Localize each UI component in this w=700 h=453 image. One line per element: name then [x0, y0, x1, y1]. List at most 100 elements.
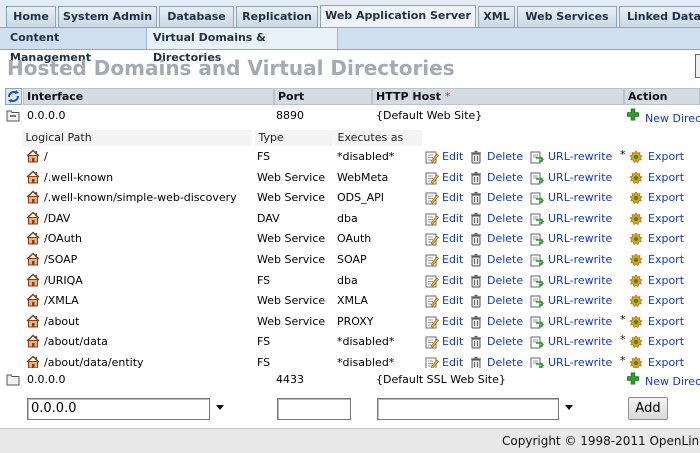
- trash-icon[interactable]: [469, 212, 483, 226]
- delete-link[interactable]: Delete: [487, 232, 523, 246]
- edit-icon[interactable]: [425, 212, 439, 226]
- url-rewrite-link[interactable]: URL-rewrite: [548, 232, 612, 246]
- export-icon[interactable]: [629, 315, 643, 329]
- url-rewrite-icon[interactable]: [530, 356, 544, 368]
- port-input[interactable]: [277, 398, 351, 420]
- interface-dropdown-arrow-icon[interactable]: [216, 405, 224, 410]
- delete-link[interactable]: Delete: [487, 212, 523, 226]
- subtab-virtual-domains[interactable]: Virtual Domains & Directories: [146, 28, 338, 64]
- url-rewrite-icon[interactable]: [530, 232, 544, 246]
- delete-link[interactable]: Delete: [487, 274, 523, 288]
- url-rewrite-icon[interactable]: [530, 274, 544, 288]
- tab-database[interactable]: Database: [159, 6, 234, 27]
- export-icon[interactable]: [629, 212, 643, 226]
- url-rewrite-icon[interactable]: [530, 191, 544, 205]
- edit-link[interactable]: Edit: [442, 356, 463, 368]
- edit-link[interactable]: Edit: [442, 212, 463, 226]
- export-link[interactable]: Export: [648, 315, 684, 329]
- tab-web-application-server[interactable]: Web Application Server: [320, 5, 476, 27]
- url-rewrite-link[interactable]: URL-rewrite: [548, 212, 612, 226]
- url-rewrite-icon[interactable]: [530, 253, 544, 267]
- url-rewrite-icon[interactable]: [530, 335, 544, 349]
- export-icon[interactable]: [629, 232, 643, 246]
- http-host-combo-input[interactable]: [377, 398, 559, 420]
- export-icon[interactable]: [629, 274, 643, 288]
- edit-link[interactable]: Edit: [442, 171, 463, 185]
- edit-link[interactable]: Edit: [442, 274, 463, 288]
- new-directory-link[interactable]: New Directory: [645, 112, 700, 126]
- url-rewrite-link[interactable]: URL-rewrite: [548, 294, 612, 308]
- url-rewrite-link[interactable]: URL-rewrite: [548, 335, 612, 349]
- trash-icon[interactable]: [469, 315, 483, 329]
- delete-link[interactable]: Delete: [487, 315, 523, 329]
- edit-icon[interactable]: [425, 253, 439, 267]
- export-link[interactable]: Export: [648, 294, 684, 308]
- export-link[interactable]: Export: [648, 274, 684, 288]
- export-link[interactable]: Export: [648, 356, 684, 368]
- trash-icon[interactable]: [469, 356, 483, 368]
- delete-link[interactable]: Delete: [487, 356, 523, 368]
- trash-icon[interactable]: [469, 274, 483, 288]
- export-link[interactable]: Export: [648, 335, 684, 349]
- export-icon[interactable]: [629, 335, 643, 349]
- delete-link[interactable]: Delete: [487, 171, 523, 185]
- edit-link[interactable]: Edit: [442, 150, 463, 164]
- export-link[interactable]: Export: [648, 191, 684, 205]
- subtab-content-management[interactable]: Content Management: [4, 28, 146, 64]
- url-rewrite-link[interactable]: URL-rewrite: [548, 253, 612, 267]
- edit-icon[interactable]: [425, 294, 439, 308]
- edit-icon[interactable]: [425, 274, 439, 288]
- new-directory-link[interactable]: New Directory: [645, 375, 700, 389]
- trash-icon[interactable]: [469, 253, 483, 267]
- url-rewrite-icon[interactable]: [530, 294, 544, 308]
- tab-linked-data[interactable]: Linked Data: [619, 6, 700, 27]
- edit-icon[interactable]: [425, 356, 439, 368]
- trash-icon[interactable]: [469, 171, 483, 185]
- edit-icon[interactable]: [425, 232, 439, 246]
- edit-icon[interactable]: [425, 171, 439, 185]
- edit-icon[interactable]: [425, 150, 439, 164]
- export-icon[interactable]: [629, 253, 643, 267]
- export-link[interactable]: Export: [648, 253, 684, 267]
- edit-link[interactable]: Edit: [442, 253, 463, 267]
- export-icon[interactable]: [629, 150, 643, 164]
- clipped-button[interactable]: [695, 54, 700, 78]
- add-button[interactable]: Add: [628, 397, 668, 420]
- edit-icon[interactable]: [425, 191, 439, 205]
- url-rewrite-link[interactable]: URL-rewrite: [548, 315, 612, 329]
- edit-link[interactable]: Edit: [442, 335, 463, 349]
- url-rewrite-icon[interactable]: [530, 171, 544, 185]
- refresh-icon[interactable]: [5, 88, 22, 105]
- edit-link[interactable]: Edit: [442, 315, 463, 329]
- edit-link[interactable]: Edit: [442, 294, 463, 308]
- url-rewrite-link[interactable]: URL-rewrite: [548, 150, 612, 164]
- delete-link[interactable]: Delete: [487, 335, 523, 349]
- url-rewrite-link[interactable]: URL-rewrite: [548, 191, 612, 205]
- trash-icon[interactable]: [469, 232, 483, 246]
- export-icon[interactable]: [629, 294, 643, 308]
- trash-icon[interactable]: [469, 150, 483, 164]
- edit-link[interactable]: Edit: [442, 191, 463, 205]
- tab-system-admin[interactable]: System Admin: [58, 6, 157, 27]
- export-icon[interactable]: [629, 191, 643, 205]
- export-link[interactable]: Export: [648, 212, 684, 226]
- expanded-folder-icon[interactable]: [6, 109, 20, 122]
- tab-replication[interactable]: Replication: [236, 6, 318, 27]
- url-rewrite-icon[interactable]: [530, 150, 544, 164]
- delete-link[interactable]: Delete: [487, 294, 523, 308]
- trash-icon[interactable]: [469, 294, 483, 308]
- export-link[interactable]: Export: [648, 150, 684, 164]
- collapsed-folder-icon[interactable]: [6, 373, 20, 386]
- export-icon[interactable]: [629, 171, 643, 185]
- tab-web-services[interactable]: Web Services: [517, 6, 617, 27]
- export-link[interactable]: Export: [648, 232, 684, 246]
- url-rewrite-link[interactable]: URL-rewrite: [548, 274, 612, 288]
- delete-link[interactable]: Delete: [487, 191, 523, 205]
- url-rewrite-link[interactable]: URL-rewrite: [548, 356, 612, 368]
- export-icon[interactable]: [629, 356, 643, 368]
- edit-icon[interactable]: [425, 335, 439, 349]
- tab-home[interactable]: Home: [6, 6, 56, 27]
- http-host-dropdown-arrow-icon[interactable]: [565, 405, 573, 410]
- interface-combo-input[interactable]: 0.0.0.0: [27, 398, 210, 420]
- plus-icon[interactable]: [626, 108, 640, 121]
